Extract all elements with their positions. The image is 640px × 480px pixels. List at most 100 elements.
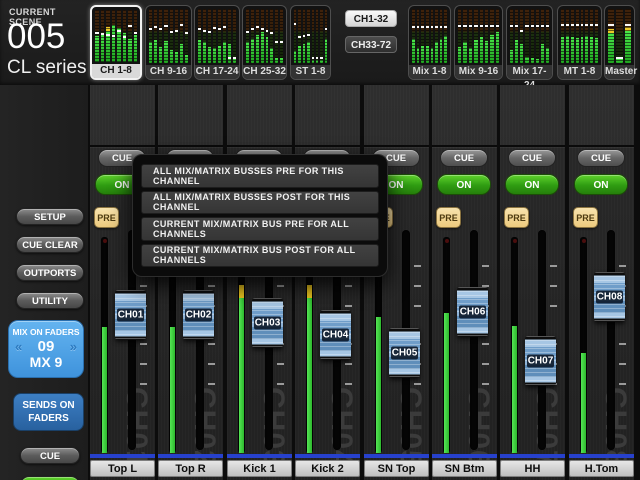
level-meter (511, 237, 518, 453)
meter-block-label: ST 1-8 (291, 65, 330, 79)
fader-scale-tick (619, 383, 626, 385)
fader-channel-label: CH07 (527, 355, 554, 368)
meter-block-ch-17-24[interactable]: CH 17-24 (194, 5, 240, 80)
meter-bar (520, 9, 523, 63)
cl-stagemix-app: CURRENT SCENE 005 CL series CH 1-8CH 9-1… (0, 0, 640, 480)
channel-name-plate[interactable]: Kick 2 (295, 460, 360, 477)
fader-handle[interactable]: CH08 (594, 272, 625, 322)
fader-handle[interactable]: CH03 (252, 298, 283, 348)
meter-bar (417, 9, 420, 63)
meter-block-mix-17-24[interactable]: Mix 17-24 (506, 5, 553, 80)
channel-color-bar (158, 454, 223, 458)
strip-encoder-panel (569, 85, 634, 147)
meter-block-st-1-8[interactable]: ST 1-8 (290, 5, 331, 80)
meter-block-label: Mix 17-24 (507, 65, 552, 79)
channel-name-plate[interactable]: SN Top (364, 460, 429, 477)
meter-block-master[interactable]: Master (604, 5, 635, 80)
channel-name-plate[interactable]: Top R (158, 460, 223, 477)
prev-mix-icon[interactable]: « (15, 339, 22, 354)
fader-handle[interactable]: CH06 (457, 287, 488, 337)
meter-bar (474, 9, 477, 63)
cue-button[interactable]: CUE (508, 149, 556, 167)
outports-button[interactable]: OUTPORTS (16, 264, 84, 281)
master-on-button[interactable]: ON (20, 476, 80, 480)
meter-bar (590, 9, 593, 63)
meter-bar (469, 9, 472, 63)
fader-handle[interactable]: CH04 (320, 310, 351, 360)
fader-handle[interactable]: CH05 (389, 328, 420, 378)
meter-bar (463, 9, 466, 63)
strip-encoder-panel (364, 85, 429, 147)
fader-scale-tick (414, 383, 421, 385)
meter-block-label: CH 17-24 (195, 65, 239, 79)
fader-track[interactable] (607, 230, 615, 450)
fader-scale-tick (550, 285, 557, 287)
meter-block-ch-25-32[interactable]: CH 25-32 (242, 5, 287, 80)
meter-bar (444, 9, 447, 63)
sends-on-faders-button[interactable]: SENDS ON FADERS (13, 393, 84, 431)
setup-button[interactable]: SETUP (16, 208, 84, 225)
pre-badge[interactable]: PRE (94, 207, 119, 228)
meter-bar (270, 9, 273, 63)
fader-handle[interactable]: CH07 (525, 336, 556, 386)
cue-button[interactable]: CUE (440, 149, 488, 167)
meter-bars (412, 9, 447, 63)
fader-scale-tick (277, 285, 284, 287)
meter-bar (595, 9, 598, 63)
pre-badge[interactable]: PRE (436, 207, 461, 228)
meter-bar (246, 9, 249, 63)
meter-fill (444, 313, 449, 453)
channel-strip-ch04: CUEONPRECH04CH04Kick 2 (295, 85, 360, 480)
pre-badge[interactable]: PRE (504, 207, 529, 228)
bank-button-ch33-72[interactable]: CH33-72 (345, 36, 397, 53)
popup-item-current-mix-matrix-bus-post-for-all-chan[interactable]: CURRENT MIX/MATRIX BUS POST FOR ALL CHAN… (141, 244, 379, 268)
channel-name-plate[interactable]: Kick 1 (227, 460, 292, 477)
meter-block-mt-1-8[interactable]: MT 1-8 (557, 5, 602, 80)
popup-item-all-mix-matrix-busses-post-for-this-chan[interactable]: ALL MIX/MATRIX BUSSES POST FOR THIS CHAN… (141, 191, 379, 215)
meter-bar (117, 10, 121, 62)
meter-block-mix-9-16[interactable]: Mix 9-16 (454, 5, 503, 80)
channel-strip-ch03: CUEONPRECH03CH03Kick 1 (227, 85, 292, 480)
meter-bar (170, 9, 173, 63)
fader-handle[interactable]: CH01 (115, 290, 146, 340)
fader-scale-tick (345, 285, 352, 287)
meter-bars (149, 9, 188, 63)
strip-encoder-panel (90, 85, 155, 147)
meter-bar (525, 9, 528, 63)
mix-on-faders-panel[interactable]: MIX ON FADERS « 09 » MX 9 (8, 320, 84, 378)
meter-bar (496, 9, 499, 63)
meter-bar (106, 10, 110, 62)
master-cue-button[interactable]: CUE (20, 447, 80, 464)
fader-scale-tick (208, 343, 215, 345)
meter-block-ch-9-16[interactable]: CH 9-16 (145, 5, 192, 80)
channel-color-bar (295, 454, 360, 458)
on-button[interactable]: ON (574, 174, 628, 195)
meter-block-ch-1-8[interactable]: CH 1-8 (90, 5, 142, 80)
mix-number: 09 (38, 338, 55, 355)
fader-handle[interactable]: CH02 (183, 290, 214, 340)
meter-bar (490, 9, 493, 63)
cue-button[interactable]: CUE (577, 149, 625, 167)
pre-badge[interactable]: PRE (573, 207, 598, 228)
channel-name-plate[interactable]: HH (500, 460, 565, 477)
fader-scale-tick (550, 305, 557, 307)
meter-bar (266, 9, 269, 63)
meter-block-mix-1-8[interactable]: Mix 1-8 (408, 5, 451, 80)
utility-button[interactable]: UTILITY (16, 292, 84, 309)
channel-name-plate[interactable]: Top L (90, 460, 155, 477)
meter-bar (112, 10, 116, 62)
popup-item-current-mix-matrix-bus-pre-for-all-chann[interactable]: CURRENT MIX/MATRIX BUS PRE FOR ALL CHANN… (141, 217, 379, 241)
meter-bar (625, 9, 631, 63)
channel-strip-ch06: CUEONPRECH06CH06SN Btm (432, 85, 497, 480)
bank-button-ch1-32[interactable]: CH1-32 (345, 10, 397, 27)
fader-track[interactable] (470, 230, 478, 450)
on-button[interactable]: ON (437, 174, 491, 195)
clip-indicator (445, 239, 449, 243)
channel-name-plate[interactable]: SN Btm (432, 460, 497, 477)
on-button[interactable]: ON (505, 174, 559, 195)
popup-item-all-mix-matrix-busses-pre-for-this-chann[interactable]: ALL MIX/MATRIX BUSSES PRE FOR THIS CHANN… (141, 164, 379, 188)
channel-name-plate[interactable]: H.Tom (569, 460, 634, 477)
next-mix-icon[interactable]: » (70, 339, 77, 354)
cue-clear-button[interactable]: CUE CLEAR (16, 236, 84, 253)
channel-color-bar (569, 454, 634, 458)
